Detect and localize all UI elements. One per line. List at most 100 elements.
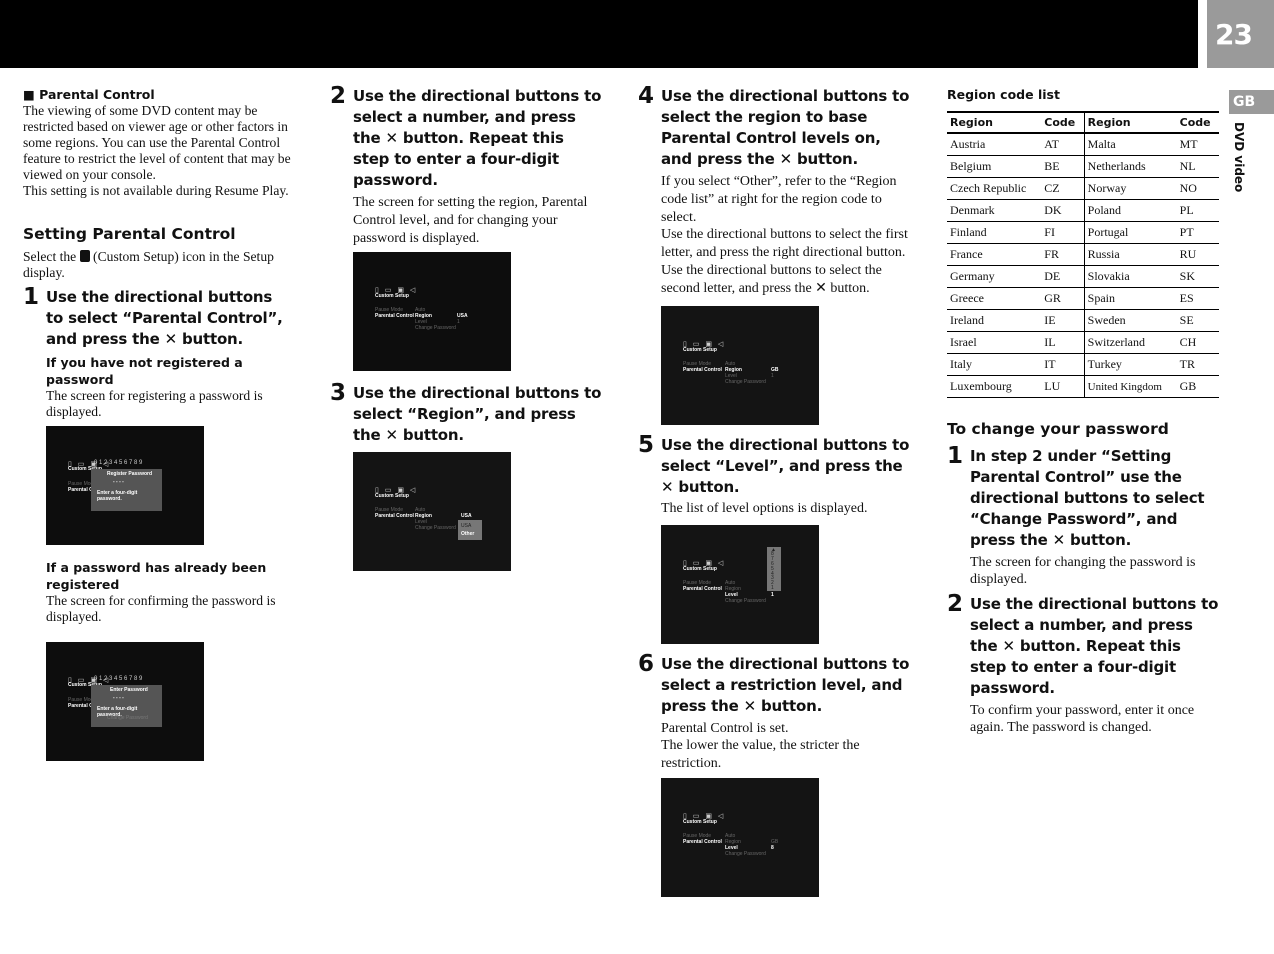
step-number: 1: [947, 443, 964, 469]
intro-text: The viewing of some DVD content may be r…: [23, 103, 291, 182]
step-number: 5: [638, 431, 655, 458]
step-2: 2 Use the directional buttons to select …: [330, 84, 602, 371]
intro-note: This setting is not available during Res…: [23, 183, 289, 198]
table-row: Ireland IE Sweden SE: [947, 309, 1219, 332]
region-cell: United Kingdom: [1083, 375, 1177, 398]
region-cell: Portugal: [1083, 221, 1177, 244]
table-row: Austria AT Malta MT: [947, 133, 1219, 156]
step-text: The list of level options is displayed.: [661, 500, 868, 516]
table-row: Luxembourg LU United Kingdom GB: [947, 375, 1219, 398]
code-cell: PT: [1176, 221, 1219, 244]
step-number: 4: [638, 83, 655, 109]
code-cell: NL: [1176, 155, 1219, 178]
code-cell: ES: [1176, 287, 1219, 310]
step-title: Use the directional buttons to select th…: [661, 87, 910, 168]
column-4: Region code list Region Code Region Code…: [947, 86, 1221, 736]
change-password-label: Change Password: [725, 378, 766, 385]
code-cell: CZ: [1041, 177, 1085, 200]
screen-level-8: ▯ ▭ ▣ ◁ Custom Setup Pause Mode Auto Par…: [661, 778, 819, 898]
section-title: Setting Parental Control: [23, 225, 236, 243]
screen-title: Custom Setup: [683, 819, 717, 826]
step-title: In step 2 under “Setting Parental Contro…: [970, 447, 1205, 549]
screen-title: Custom Setup: [375, 293, 409, 299]
code-cell: DE: [1041, 265, 1085, 288]
table-row: France FR Russia RU: [947, 243, 1219, 266]
table-row: Denmark DK Poland PL: [947, 199, 1219, 222]
region-cell: Slovakia: [1083, 265, 1177, 288]
subheading: If a password has already been registere…: [46, 560, 267, 592]
region-cell: Norway: [1083, 177, 1177, 200]
region-cell: Switzerland: [1083, 331, 1177, 354]
step-text: Use the directional buttons to select th…: [661, 227, 908, 296]
region-cell: Austria: [947, 133, 1042, 156]
region-cell: Belgium: [947, 155, 1042, 178]
code-cell: IE: [1041, 309, 1085, 332]
screen-level-list: ▯ ▭ ▣ ◁ Custom Setup Pause Mode Auto Par…: [661, 524, 819, 644]
step-number: 1: [23, 284, 40, 310]
code-cell: GB: [1176, 375, 1219, 398]
step-title: Use the directional buttons to select “P…: [46, 288, 283, 348]
step-4: 4 Use the directional buttons to select …: [638, 83, 910, 425]
option-other: Other: [461, 531, 475, 537]
parental-control-label: Parental Control: [683, 839, 722, 846]
region-dropdown: USA Other: [458, 520, 482, 540]
parental-control-label: Parental Control: [683, 585, 722, 592]
column-2: 2 Use the directional buttons to select …: [330, 84, 602, 571]
code-cell: SK: [1176, 265, 1219, 288]
level-value: 1: [771, 591, 774, 598]
step-number: 3: [330, 380, 347, 406]
change-password-label: Change Password: [415, 325, 456, 331]
region-cell: Ireland: [947, 309, 1042, 332]
region-value: USA: [461, 513, 472, 519]
digits-row: 0 1 2 3 4 5 6 7 8 9: [94, 676, 143, 682]
dialog-prompt: Enter a four-digit password.: [97, 490, 138, 502]
header-code: Code: [1041, 111, 1085, 134]
code-cell: FI: [1041, 221, 1085, 244]
password-dialog: Register Password - - - - Enter a four-d…: [91, 469, 162, 511]
step-title: Use the directional buttons to select “L…: [661, 435, 910, 496]
option-usa: USA: [461, 523, 472, 529]
screen-register-password: ▯ ▭ ▣ ◁ Custom Setup 0 1 2 3 4 5 6 7 8 9…: [46, 426, 204, 545]
header-bar: [0, 0, 1198, 68]
region-cell: Denmark: [947, 199, 1042, 222]
step-number: 6: [638, 650, 655, 677]
column-1: ■ Parental Control The viewing of some D…: [23, 86, 293, 761]
code-cell: TR: [1176, 353, 1219, 376]
code-cell: MT: [1176, 133, 1219, 156]
code-cell: RU: [1176, 243, 1219, 266]
screen-title: Custom Setup: [375, 493, 409, 499]
column-3: 4 Use the directional buttons to select …: [638, 83, 910, 898]
parental-control-heading: ■ Parental Control: [23, 87, 155, 102]
change-password-label: Change Password: [415, 525, 456, 531]
header-region: Region: [1083, 111, 1177, 134]
header-code: Code: [1176, 111, 1219, 134]
table-row: Israel IL Switzerland CH: [947, 331, 1219, 354]
subheading: If you have not registered a password: [46, 355, 243, 387]
region-cell: Sweden: [1083, 309, 1177, 332]
region-cell: Germany: [947, 265, 1042, 288]
region-cell: Greece: [947, 287, 1042, 310]
level-value: 1: [771, 372, 774, 379]
step-6: 6 Use the directional buttons to select …: [638, 650, 910, 898]
change-password-label: Change Password: [107, 715, 148, 721]
screen-region-gb: ▯ ▭ ▣ ◁ Custom Setup Pause Mode Auto Par…: [661, 305, 819, 425]
change-step-1: 1 In step 2 under “Setting Parental Cont…: [947, 443, 1221, 588]
step-title: Use the directional buttons to select a …: [661, 654, 910, 715]
step-title: Use the directional buttons to select a …: [970, 595, 1219, 697]
code-cell: BE: [1041, 155, 1085, 178]
step-title: Use the directional buttons to select a …: [353, 87, 602, 189]
step-5: 5 Use the directional buttons to select …: [638, 431, 910, 644]
password-dots: - - - -: [113, 695, 124, 701]
code-cell: IL: [1041, 331, 1085, 354]
code-cell: SE: [1176, 309, 1219, 332]
region-cell: Russia: [1083, 243, 1177, 266]
region-cell: Italy: [947, 353, 1042, 376]
dialog-title: Enter Password: [110, 687, 148, 693]
code-cell: FR: [1041, 243, 1085, 266]
step-text: The screen for setting the region, Paren…: [353, 195, 588, 246]
table-row: Greece GR Spain ES: [947, 287, 1219, 310]
digits-row: 0 1 2 3 4 5 6 7 8 9: [94, 460, 143, 466]
change-step-2: 2 Use the directional buttons to select …: [947, 592, 1221, 736]
language-tab: GB: [1229, 90, 1274, 114]
parental-control-label: Parental Control: [375, 313, 414, 319]
